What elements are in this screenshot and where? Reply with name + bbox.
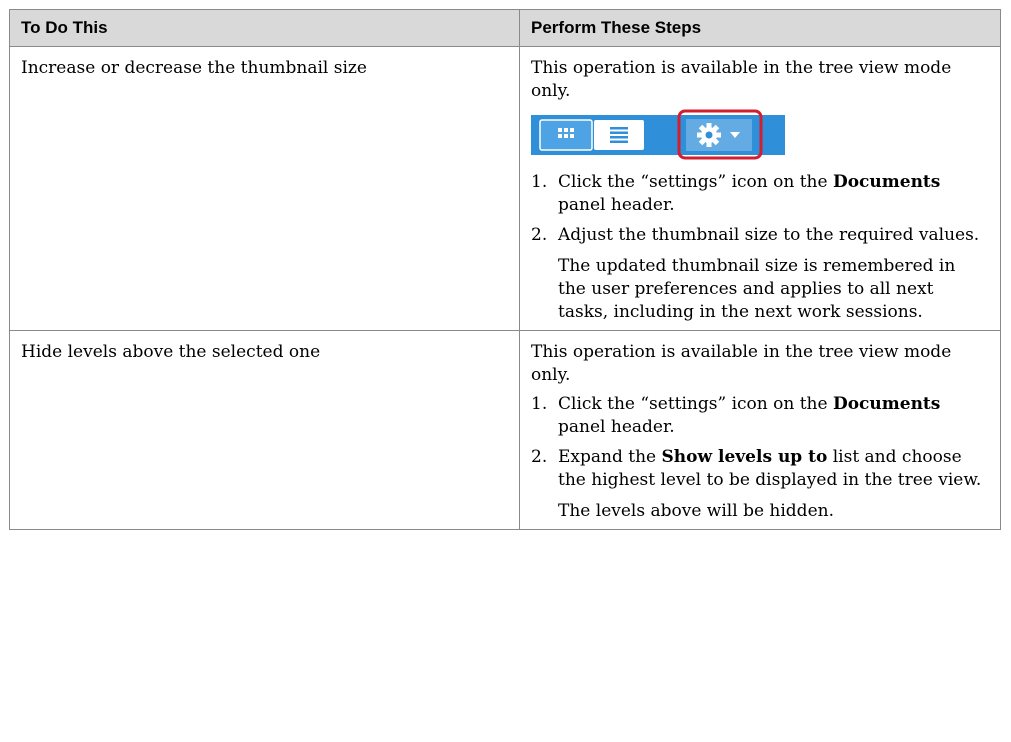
list-item: 1. Click the “settings” icon on the Docu… xyxy=(531,394,941,437)
action-cell: Hide levels above the selected one xyxy=(9,330,520,530)
intro-text: This operation is available in the tree … xyxy=(531,58,952,101)
list-item: 2. Adjust the thumbnail size to the requ… xyxy=(531,225,980,245)
steps-list: 1. Click the “settings” icon on the Docu… xyxy=(531,171,988,247)
table-row: Hide levels above the selected one This … xyxy=(9,330,1001,530)
settings-gear-icon xyxy=(697,123,721,147)
table-row: Increase or decrease the thumbnail size … xyxy=(9,46,1001,331)
intro-text: This operation is available in the tree … xyxy=(531,342,952,385)
header-perform-these-steps: Perform These Steps xyxy=(519,9,1001,47)
steps-list: 1. Click the “settings” icon on the Docu… xyxy=(531,393,988,492)
list-item: 1. Click the “settings” icon on the Docu… xyxy=(531,172,941,215)
procedure-table: To Do This Perform These Steps Increase … xyxy=(9,9,1001,530)
note-text: The levels above will be hidden. xyxy=(558,501,834,521)
header-to-do-this: To Do This xyxy=(9,9,520,47)
list-item: 2. Expand the Show levels up to list and… xyxy=(531,447,982,490)
toolbar-screenshot xyxy=(531,109,785,160)
header-row: To Do This Perform These Steps xyxy=(9,9,1001,47)
steps-cell: This operation is available in the tree … xyxy=(519,330,1001,530)
steps-cell: This operation is available in the tree … xyxy=(519,46,1001,331)
note-text: The updated thumbnail size is remembered… xyxy=(558,256,956,322)
action-cell: Increase or decrease the thumbnail size xyxy=(9,46,520,331)
